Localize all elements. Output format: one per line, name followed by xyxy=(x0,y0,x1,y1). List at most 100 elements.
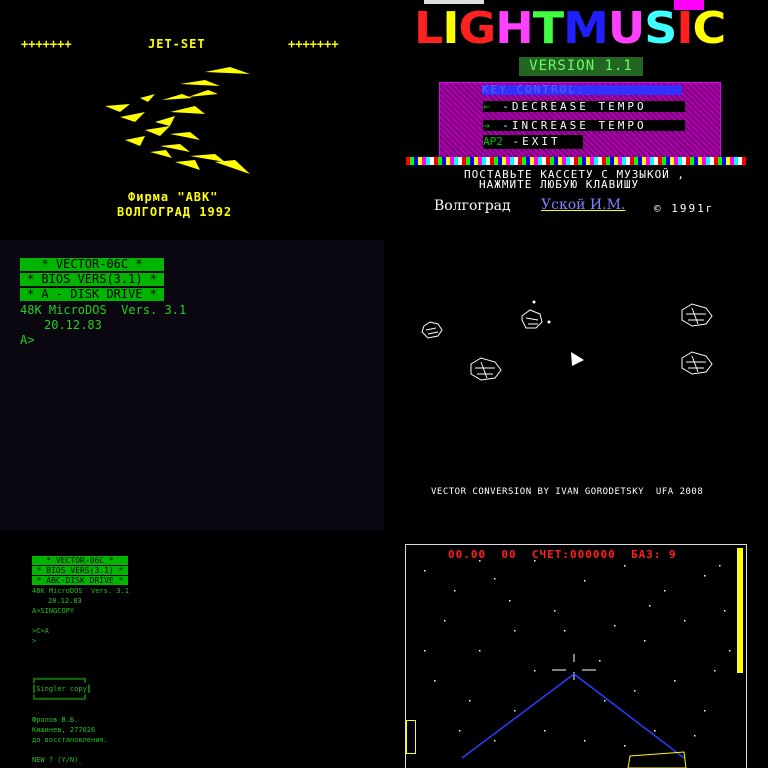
star xyxy=(714,670,716,672)
exit-row: AP2 -EXIT xyxy=(483,135,583,149)
star xyxy=(469,700,471,702)
title-letter: I xyxy=(676,2,693,54)
title-letter: U xyxy=(607,2,645,54)
starfield xyxy=(424,560,731,768)
star xyxy=(494,740,496,742)
star xyxy=(684,620,686,622)
star xyxy=(704,710,706,712)
star xyxy=(479,650,481,652)
star xyxy=(729,650,731,652)
os-version: 48K MicroDOS Vers. 3.1 xyxy=(20,303,187,317)
star xyxy=(454,590,456,592)
star xyxy=(674,680,676,682)
title-letter: T xyxy=(532,2,564,54)
star xyxy=(434,680,436,682)
author-line1: Фролов В.Б. xyxy=(32,716,79,724)
star xyxy=(514,630,516,632)
star xyxy=(694,735,696,737)
bios-line1: * VECTOR-06C * xyxy=(20,258,164,271)
lightmusic-screen: LIGHTMUSIC VERSION 1.1 KEY CONTROL: ← -D… xyxy=(384,0,768,240)
command-prompt[interactable]: A> xyxy=(20,333,34,347)
author-line3: до восстановления. xyxy=(32,736,108,744)
dos-line2: * BIOS VERS(3.1) * xyxy=(32,566,128,575)
banner-bottom: ╚═══════════╝ xyxy=(32,695,87,703)
asteroid xyxy=(681,303,713,327)
city-year: ВОЛГОГРАД 1992 xyxy=(117,205,233,219)
space-game-screen: 00.00 00 СЧЕТ:000000 БАЗ: 9 xyxy=(384,530,768,768)
dos-line1: * VECTOR-06C * xyxy=(32,556,128,565)
bios-line2: * BIOS VERS(3.1) * xyxy=(20,273,164,286)
bios-line3: * A - DISK DRIVE * xyxy=(20,288,164,301)
star xyxy=(544,730,546,732)
prompt-line2: НАЖМИТЕ ЛЮБУЮ КЛАВИШУ xyxy=(479,178,640,191)
ship-icon xyxy=(571,352,584,366)
star xyxy=(634,690,636,692)
dos-cmd: A>SINGCOPY xyxy=(32,607,75,615)
star xyxy=(514,710,516,712)
jetset-screen: +++++++ JET-SET +++++++ Фирма "АВК" ВОЛГ… xyxy=(0,0,384,240)
title-letter: G xyxy=(458,2,496,54)
asteroid xyxy=(470,357,502,381)
crosshair-icon xyxy=(552,654,596,680)
dos-cmd2: >C>A xyxy=(32,627,49,635)
title-letter: H xyxy=(495,2,533,54)
star xyxy=(604,700,606,702)
asteroid xyxy=(681,351,713,375)
star xyxy=(624,565,626,567)
copyright-label: © 1991г xyxy=(654,202,715,215)
key-control-header: KEY CONTROL: xyxy=(482,84,682,95)
increase-row: → -INCREASE TEMPO xyxy=(483,120,685,131)
star xyxy=(424,570,426,572)
lightmusic-title: LIGHTMUSIC xyxy=(414,2,727,54)
star xyxy=(459,730,461,732)
firm-label: Фирма "АВК" xyxy=(128,190,219,204)
star xyxy=(534,560,536,562)
star xyxy=(719,565,721,567)
banner-top: ╔═══════════╗ xyxy=(32,675,87,683)
title-letter: C xyxy=(692,2,727,54)
decrease-row: ← -DECREASE TEMPO xyxy=(483,101,685,112)
star xyxy=(704,575,706,577)
star xyxy=(644,640,646,642)
new-prompt[interactable]: NEW ? (Y/N)_ xyxy=(32,756,83,764)
star xyxy=(509,600,511,602)
ap2-key: AP2 xyxy=(483,135,503,148)
star xyxy=(444,620,446,622)
conversion-credit: VECTOR CONVERSION BY IVAN GORODETSKY UFA… xyxy=(431,487,704,497)
star xyxy=(654,730,656,732)
dos-cmd3: > xyxy=(32,637,37,645)
left-marks: +++++++ xyxy=(21,37,72,51)
jetset-title: JET-SET xyxy=(148,37,206,51)
asteroid xyxy=(421,321,443,339)
title-letter: M xyxy=(563,2,609,54)
banner-title: ║Singler copy║ xyxy=(32,685,92,693)
star xyxy=(584,580,586,582)
asteroid xyxy=(521,309,543,329)
key-control-box: KEY CONTROL: ← -DECREASE TEMPO → -INCREA… xyxy=(439,82,721,159)
author-label: Уской И.М. xyxy=(541,197,626,213)
right-marks: +++++++ xyxy=(288,37,339,51)
star xyxy=(479,560,481,562)
dos-os: 48K MicroDOS Vers. 3.1 xyxy=(32,587,129,595)
star xyxy=(554,610,556,612)
color-stripe xyxy=(406,157,746,165)
star xyxy=(624,745,626,747)
star xyxy=(724,610,726,612)
star xyxy=(649,605,651,607)
star xyxy=(664,590,666,592)
star xyxy=(599,660,601,662)
asteroids-screen: VECTOR CONVERSION BY IVAN GORODETSKY UFA… xyxy=(384,240,768,530)
star xyxy=(494,578,496,580)
title-letter: L xyxy=(414,2,443,54)
jets-logo xyxy=(105,67,250,174)
laser-beams xyxy=(461,673,685,759)
dos-line3: * ABC-DISK DRIVE * xyxy=(32,576,128,585)
title-letter: S xyxy=(644,2,677,54)
star xyxy=(584,740,586,742)
bios-screen: * VECTOR-06C * * BIOS VERS(3.1) * * A - … xyxy=(0,240,384,530)
city-label: Волгоград xyxy=(434,198,511,214)
version-badge: VERSION 1.1 xyxy=(519,57,643,76)
star xyxy=(614,625,616,627)
left-arrow-icon: ← xyxy=(483,100,493,113)
star xyxy=(424,650,426,652)
